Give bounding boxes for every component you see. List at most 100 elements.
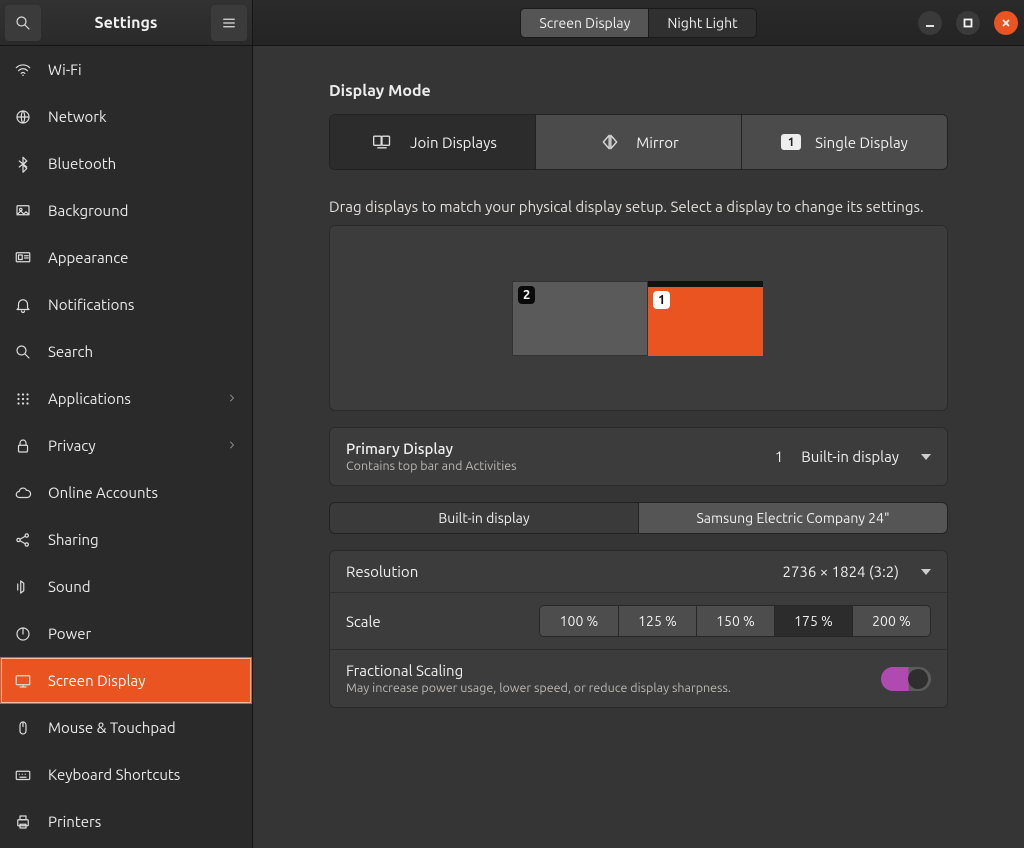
sidebar-item-printers[interactable]: Printers (0, 798, 252, 845)
sidebar-item-label: Notifications (48, 296, 134, 313)
sidebar-item-mouse-touchpad[interactable]: Mouse & Touchpad (0, 704, 252, 751)
maximize-button[interactable] (956, 11, 980, 35)
settings-sidebar: Wi-Fi Network Bluetooth Background Appearanc… (0, 46, 253, 848)
chevron-down-icon (921, 569, 931, 575)
appearance-icon (14, 249, 32, 267)
sidebar-item-label: Privacy (48, 437, 96, 454)
sidebar-item-sharing[interactable]: Sharing (0, 516, 252, 563)
primary-display-title: Primary Display (346, 440, 453, 457)
sidebar-item-label: Appearance (48, 249, 128, 266)
resolution-value-group[interactable]: 2736 × 1824 (3:2) (782, 563, 931, 580)
minimize-button[interactable] (918, 11, 942, 35)
fractional-label-group: Fractional Scaling May increase power us… (346, 662, 881, 695)
mode-mirror[interactable]: Mirror (535, 115, 741, 169)
fractional-scaling-label: Fractional Scaling (346, 662, 463, 679)
display-2[interactable]: 2 (512, 281, 648, 356)
sidebar-item-label: Applications (48, 390, 131, 407)
display-1[interactable]: 1 (648, 281, 763, 356)
sidebar-item-appearance[interactable]: Appearance (0, 234, 252, 281)
display-icon (14, 672, 32, 690)
mouse-icon (14, 719, 32, 737)
display-arrangement[interactable]: 2 1 (329, 225, 948, 411)
power-icon (14, 625, 32, 643)
mode-mirror-label: Mirror (636, 134, 679, 151)
sidebar-item-sound[interactable]: Sound (0, 563, 252, 610)
background-icon (14, 202, 32, 220)
primary-display-value[interactable]: 1 Built-in display (775, 448, 931, 465)
fractional-scaling-row: Fractional Scaling May increase power us… (330, 649, 947, 707)
tab-night-light[interactable]: Night Light (648, 9, 755, 37)
sidebar-item-label: Printers (48, 813, 101, 830)
tab-samsung-display[interactable]: Samsung Electric Company 24" (638, 503, 947, 533)
chevron-right-icon (226, 390, 238, 407)
sidebar-item-label: Background (48, 202, 128, 219)
sidebar-item-keyboard-shortcuts[interactable]: Keyboard Shortcuts (0, 751, 252, 798)
mirror-icon (598, 132, 622, 152)
content-area: Display Mode Join Displays Mirror 1 Sing… (253, 46, 1024, 848)
scale-125[interactable]: 125 % (618, 606, 696, 636)
search-icon (14, 343, 32, 361)
sidebar-item-label: Sound (48, 578, 91, 595)
scale-buttons: 100 %125 %150 %175 %200 % (539, 605, 931, 637)
sidebar-item-network[interactable]: Network (0, 93, 252, 140)
chevron-down-icon (921, 454, 931, 460)
scale-175[interactable]: 175 % (774, 606, 852, 636)
display-mode-heading: Display Mode (329, 82, 948, 100)
sidebar-item-label: Keyboard Shortcuts (48, 766, 180, 783)
fractional-scaling-toggle[interactable] (881, 667, 931, 691)
sidebar-item-online-accounts[interactable]: Online Accounts (0, 469, 252, 516)
sidebar-item-applications[interactable]: Applications (0, 375, 252, 422)
scale-150[interactable]: 150 % (696, 606, 774, 636)
display-2-badge: 2 (518, 286, 535, 304)
primary-display-row[interactable]: Primary Display Contains top bar and Act… (330, 428, 947, 485)
sidebar-item-notifications[interactable]: Notifications (0, 281, 252, 328)
tab-screen-display[interactable]: Screen Display (521, 9, 648, 37)
mode-join-displays[interactable]: Join Displays (330, 115, 535, 169)
sidebar-item-privacy[interactable]: Privacy (0, 422, 252, 469)
search-button[interactable] (5, 5, 41, 41)
primary-display-subtitle: Contains top bar and Activities (346, 459, 775, 473)
mode-single-display[interactable]: 1 Single Display (741, 115, 947, 169)
close-icon (1000, 17, 1012, 29)
printer-icon (14, 813, 32, 831)
primary-display-panel: Primary Display Contains top bar and Act… (329, 427, 948, 486)
apps-icon (14, 390, 32, 408)
maximize-icon (962, 17, 974, 29)
hamburger-button[interactable] (211, 5, 247, 41)
join-displays-icon (368, 132, 396, 152)
sidebar-item-label: Mouse & Touchpad (48, 719, 176, 736)
primary-display-num: 1 (775, 448, 783, 465)
sidebar-item-label: Bluetooth (48, 155, 116, 172)
close-button[interactable] (994, 11, 1018, 35)
bluetooth-icon (14, 155, 32, 173)
app-title: Settings (46, 14, 206, 32)
sidebar-item-bluetooth[interactable]: Bluetooth (0, 140, 252, 187)
sidebar-item-background[interactable]: Background (0, 187, 252, 234)
scale-200[interactable]: 200 % (852, 606, 930, 636)
keyboard-icon (14, 766, 32, 784)
resolution-value: 2736 × 1824 (3:2) (782, 563, 899, 580)
sidebar-item-screen-display[interactable]: Screen Display (0, 657, 252, 704)
display-1-badge: 1 (653, 291, 670, 309)
cloud-icon (14, 484, 32, 502)
titlebar-left: Settings (0, 0, 253, 45)
resolution-row[interactable]: Resolution 2736 × 1824 (3:2) (330, 551, 947, 592)
mode-single-label: Single Display (815, 134, 908, 151)
sidebar-item-power[interactable]: Power (0, 610, 252, 657)
sidebar-item-wi-fi[interactable]: Wi-Fi (0, 46, 252, 93)
sidebar-item-label: Screen Display (48, 672, 145, 689)
share-icon (14, 531, 32, 549)
sidebar-item-search[interactable]: Search (0, 328, 252, 375)
search-icon (14, 14, 32, 32)
primary-display-name: Built-in display (801, 448, 899, 465)
sidebar-item-label: Power (48, 625, 91, 642)
sidebar-item-label: Network (48, 108, 107, 125)
scale-100[interactable]: 100 % (540, 606, 618, 636)
hamburger-icon (220, 14, 238, 32)
primary-display-label-group: Primary Display Contains top bar and Act… (346, 440, 775, 473)
tab-built-in-display[interactable]: Built-in display (330, 503, 638, 533)
sound-icon (14, 578, 32, 596)
titlebar: Settings Screen Display Night Light (0, 0, 1024, 46)
mode-join-label: Join Displays (410, 134, 497, 151)
tabs-screen-night: Screen Display Night Light (520, 8, 756, 38)
